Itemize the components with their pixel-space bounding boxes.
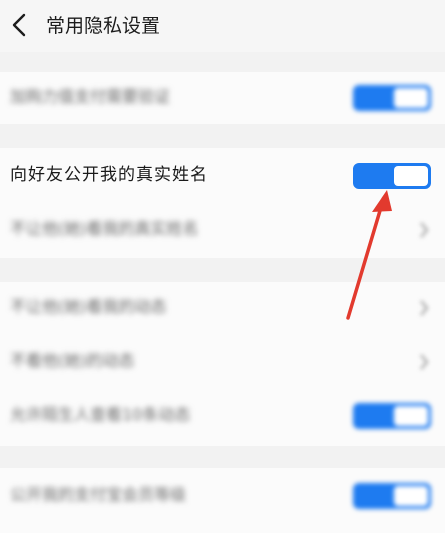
section-moments: 不让他(她)看我的动态 不看他(她)的动态 允许陌生人查看10条动态 bbox=[0, 282, 445, 446]
toggle-switch[interactable] bbox=[353, 403, 431, 429]
row-label: 不让他(她)看我的动态 bbox=[10, 297, 167, 316]
settings-row-mute-moments[interactable]: 不看他(她)的动态 bbox=[0, 336, 445, 388]
section-real-name: 向好友公开我的真实姓名 不让他(她)看我的真实姓名 bbox=[0, 148, 445, 258]
settings-row-payment-verify: 加购力值支付需要验证 bbox=[0, 72, 445, 124]
top-bar: 常用隐私设置 bbox=[0, 0, 445, 52]
chevron-right-icon bbox=[420, 354, 429, 370]
settings-row-member-level: 公开我的支付宝会员等级 bbox=[0, 470, 445, 522]
page-title: 常用隐私设置 bbox=[46, 15, 161, 37]
toggle-knob bbox=[394, 406, 428, 426]
row-label: 向好友公开我的真实姓名 bbox=[10, 165, 208, 185]
row-label: 公开我的支付宝会员等级 bbox=[10, 485, 187, 504]
toggle-knob bbox=[394, 166, 428, 186]
real-name-toggle-switch[interactable] bbox=[353, 163, 431, 189]
settings-row-stranger-moments: 允许陌生人查看10条动态 bbox=[0, 390, 445, 442]
settings-row-hide-real-name[interactable]: 不让他(她)看我的真实姓名 bbox=[0, 204, 445, 256]
settings-row-hide-moments[interactable]: 不让他(她)看我的动态 bbox=[0, 282, 445, 334]
back-arrow-icon[interactable] bbox=[10, 12, 30, 38]
section-membership: 公开我的支付宝会员等级 bbox=[0, 468, 445, 533]
toggle-knob bbox=[394, 88, 428, 108]
chevron-right-icon bbox=[420, 300, 429, 316]
row-label: 允许陌生人查看10条动态 bbox=[10, 405, 191, 424]
row-label: 不看他(她)的动态 bbox=[10, 351, 135, 370]
row-label: 不让他(她)看我的真实姓名 bbox=[10, 219, 199, 238]
toggle-knob bbox=[394, 486, 428, 506]
toggle-switch[interactable] bbox=[353, 85, 431, 111]
toggle-switch[interactable] bbox=[353, 483, 431, 509]
section-payment: 加购力值支付需要验证 bbox=[0, 72, 445, 124]
chevron-right-icon bbox=[420, 222, 429, 238]
row-label: 加购力值支付需要验证 bbox=[10, 87, 171, 106]
settings-row-show-real-name: 向好友公开我的真实姓名 bbox=[0, 150, 445, 202]
